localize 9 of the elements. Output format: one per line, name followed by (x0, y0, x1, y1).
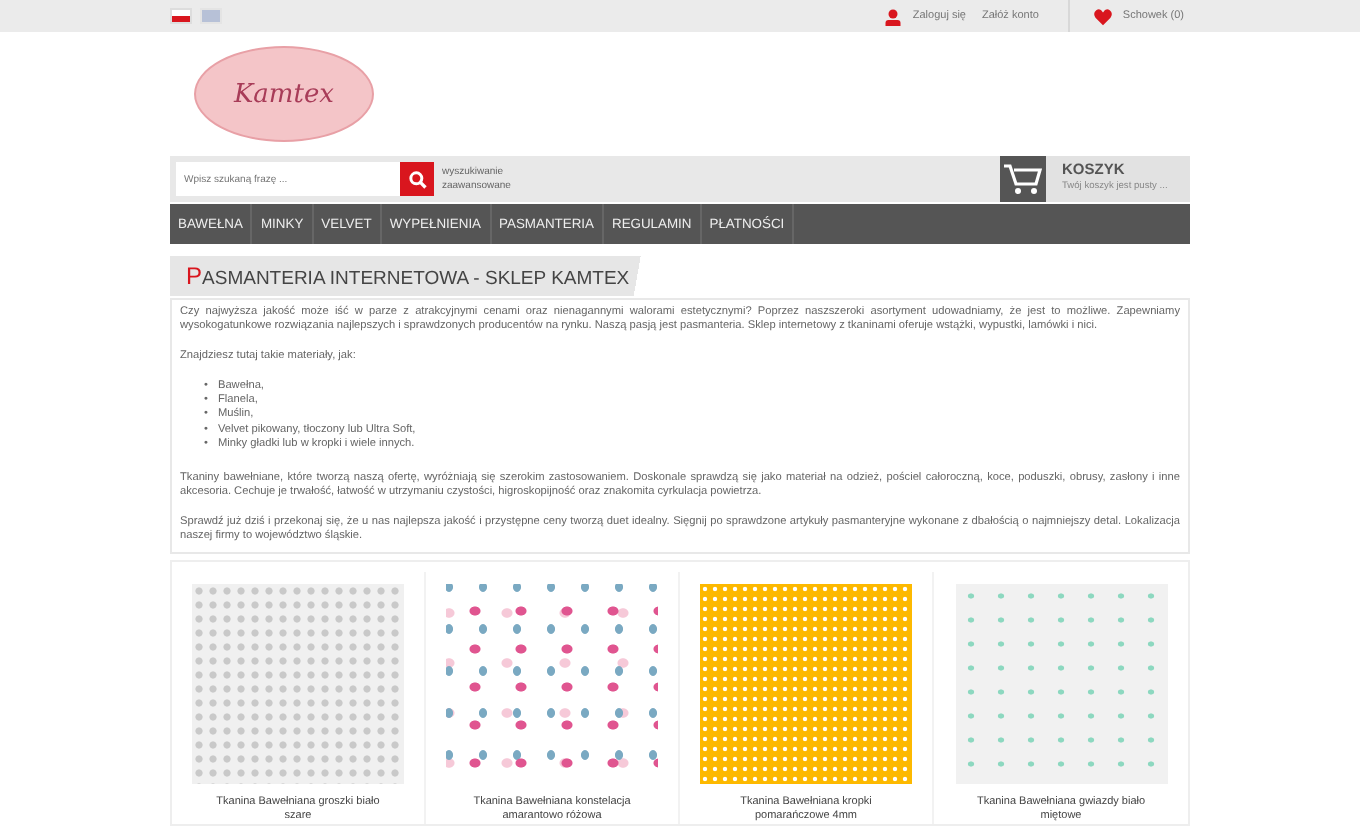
search-icon (407, 169, 427, 189)
heart-icon (1094, 7, 1113, 25)
fabric-photo[interactable] (700, 584, 912, 784)
search-button[interactable] (400, 162, 434, 196)
fabric-photo[interactable] (192, 584, 404, 784)
user-icon (884, 7, 903, 25)
flag-icon[interactable] (170, 8, 192, 24)
logo[interactable]: Kamtex (194, 46, 374, 142)
fabric-photo[interactable] (955, 584, 1167, 784)
